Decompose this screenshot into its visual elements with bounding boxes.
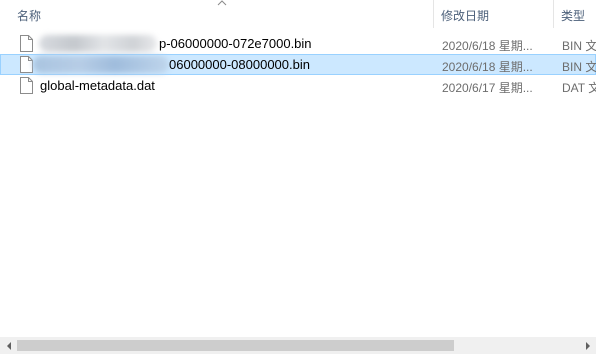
scroll-left-icon[interactable]	[0, 337, 17, 354]
column-header-name[interactable]: 名称	[17, 7, 41, 24]
file-row[interactable]: global-metadata.dat 2020/6/17 星期... DAT …	[0, 75, 596, 96]
scroll-right-icon[interactable]	[579, 337, 596, 354]
scrollbar-thumb[interactable]	[17, 340, 454, 351]
file-name: p-06000000-072e7000.bin	[159, 36, 312, 51]
column-header-modified[interactable]: 修改日期	[441, 7, 489, 24]
column-header-type[interactable]: 类型	[561, 7, 585, 24]
file-icon	[20, 77, 33, 94]
sort-ascending-icon[interactable]	[216, 0, 228, 8]
column-divider[interactable]	[433, 0, 434, 28]
file-icon	[20, 56, 33, 73]
file-icon	[20, 35, 33, 52]
file-name: 06000000-08000000.bin	[169, 57, 310, 72]
redacted-filename	[39, 35, 157, 52]
file-type: BIN 文	[562, 39, 596, 53]
file-date: 2020/6/17 星期...	[442, 81, 533, 95]
horizontal-scrollbar[interactable]	[0, 337, 596, 354]
column-divider[interactable]	[553, 0, 554, 28]
file-type: BIN 文	[562, 60, 596, 74]
column-header-bar: 名称 修改日期 类型	[0, 0, 596, 28]
file-date: 2020/6/18 星期...	[442, 39, 533, 53]
file-list: p-06000000-072e7000.bin 2020/6/18 星期... …	[0, 33, 596, 96]
file-name: global-metadata.dat	[40, 78, 155, 93]
file-row-selected[interactable]: 06000000-08000000.bin 2020/6/18 星期... BI…	[0, 54, 596, 75]
redacted-filename	[33, 56, 169, 73]
file-date: 2020/6/18 星期...	[442, 60, 533, 74]
file-row[interactable]: p-06000000-072e7000.bin 2020/6/18 星期... …	[0, 33, 596, 54]
file-type: DAT 文	[562, 81, 596, 95]
